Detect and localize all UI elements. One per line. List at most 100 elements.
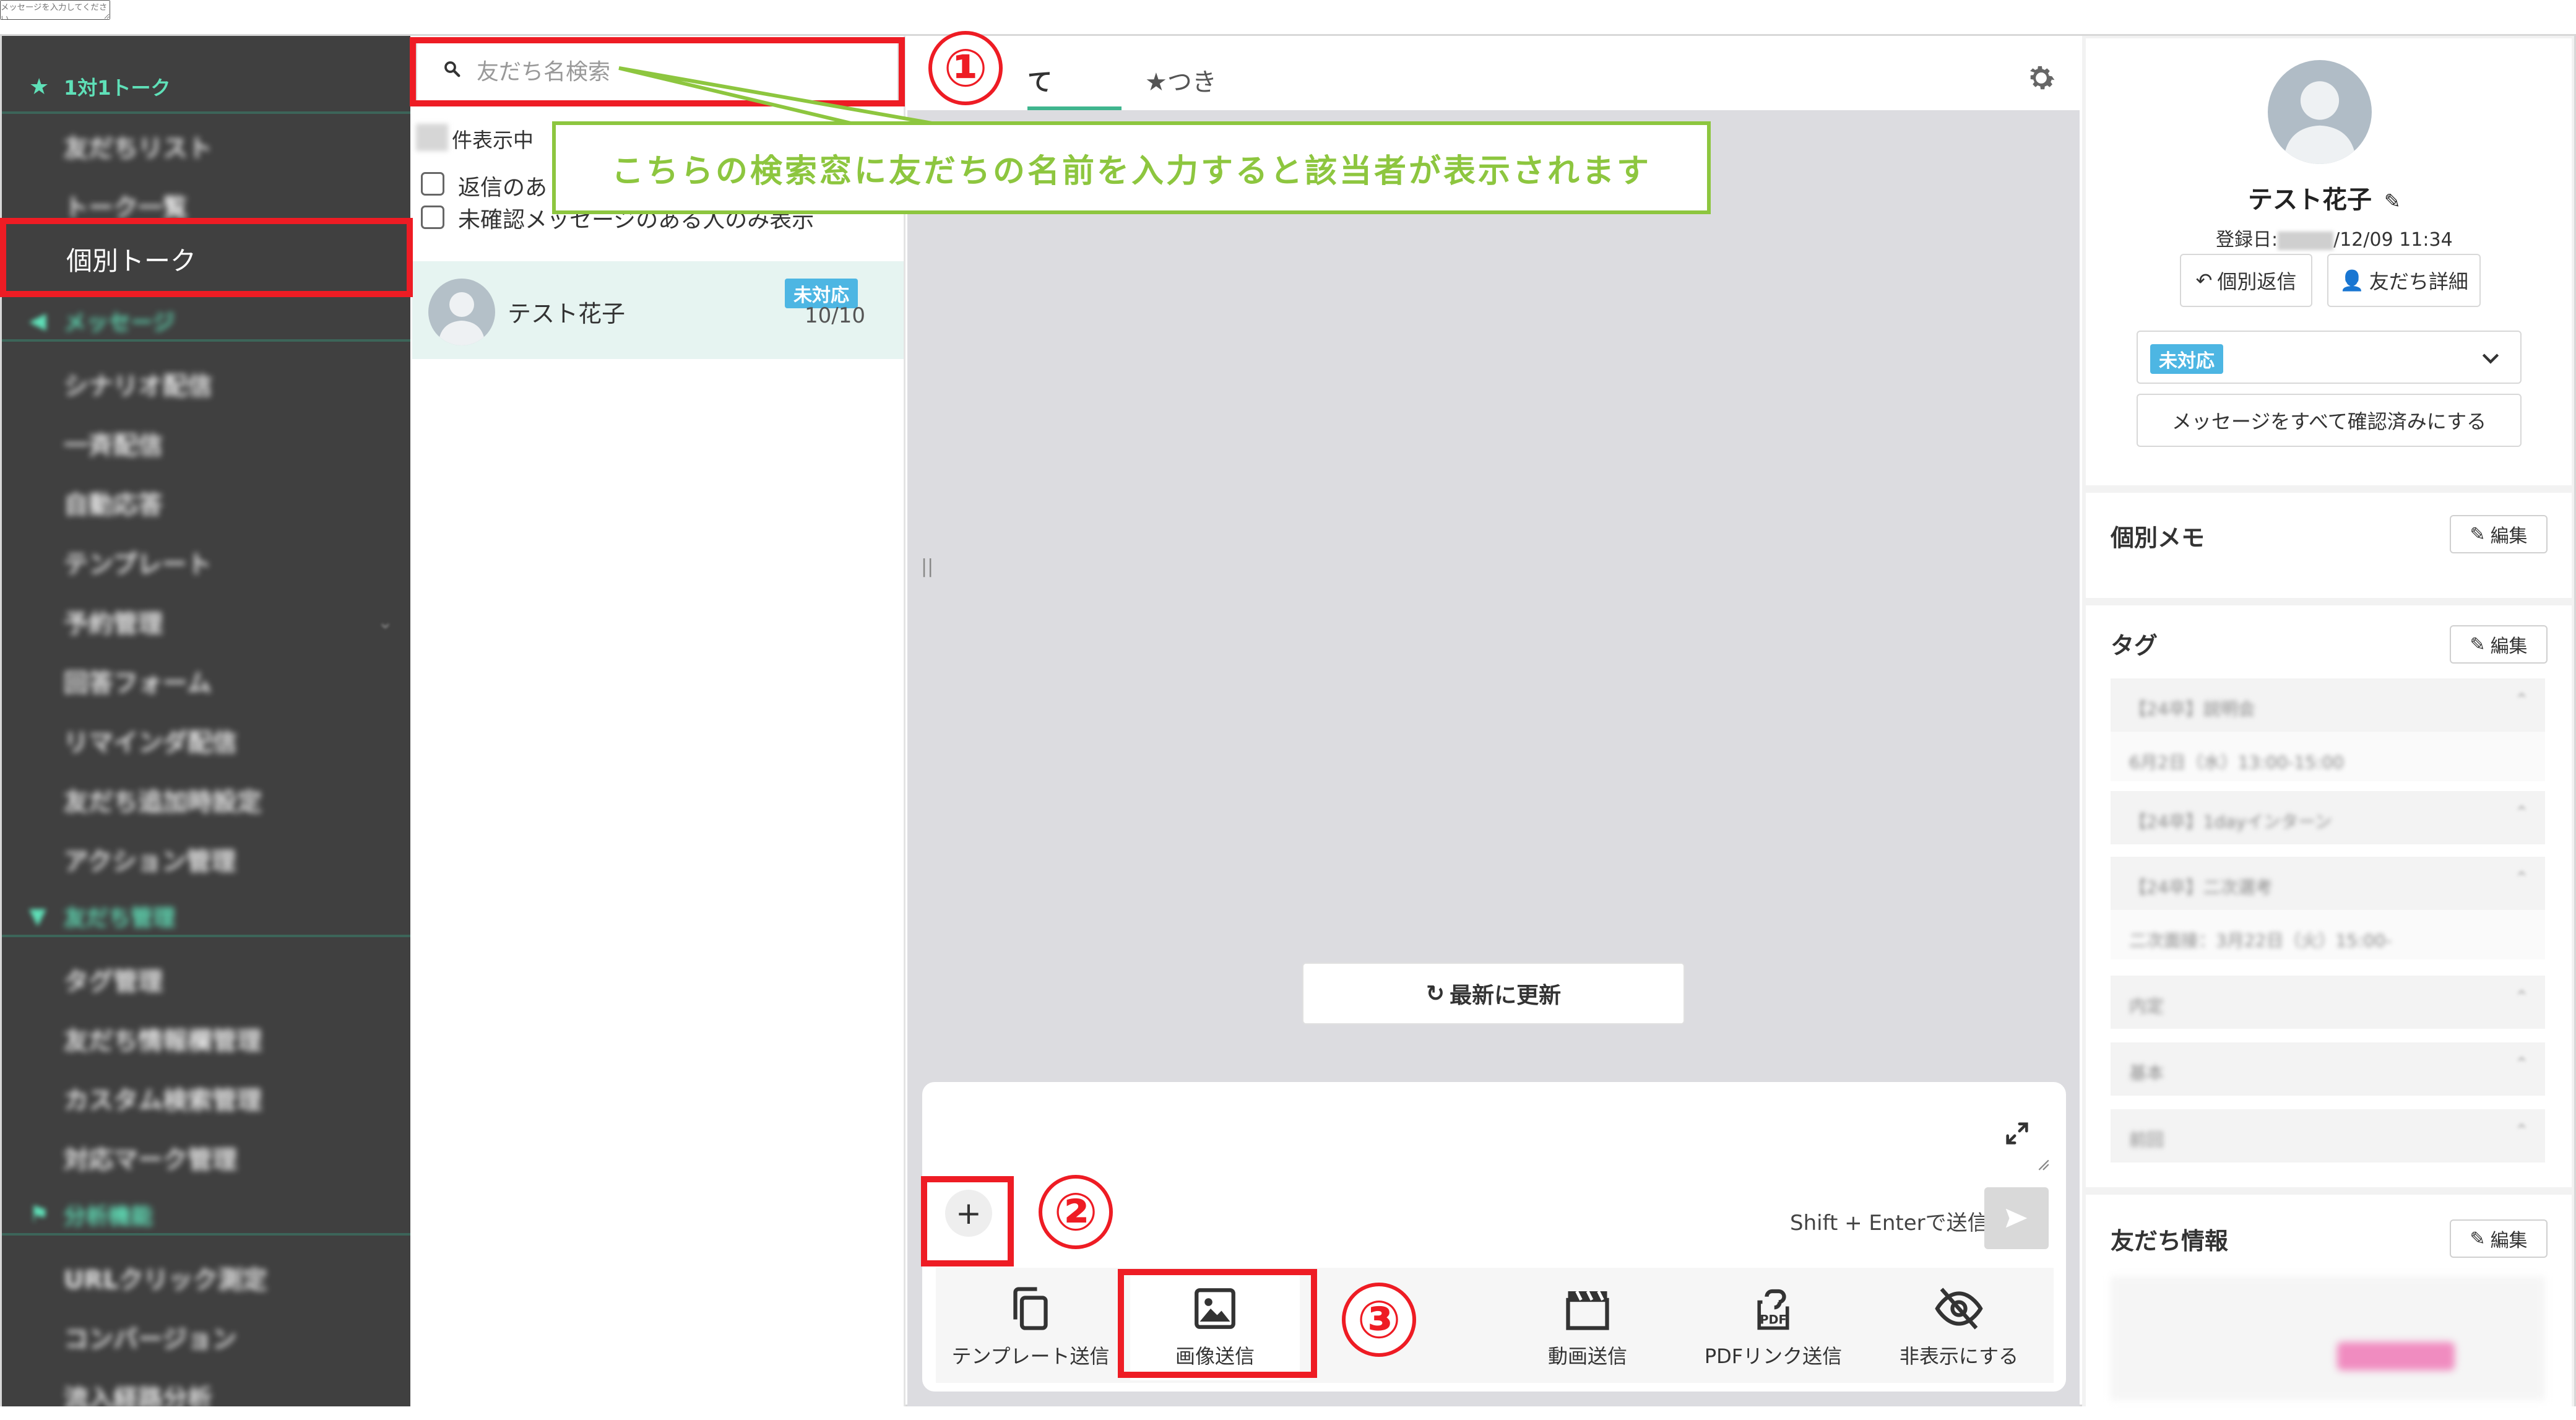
friend-name: テスト花子 bbox=[508, 300, 626, 327]
chevron-down-icon: ⌄ bbox=[377, 612, 393, 633]
sidebar-item-auto-reply[interactable]: 自動応答 bbox=[2, 477, 410, 529]
sidebar-item-reservation[interactable]: 予約管理 ⌄ bbox=[2, 595, 410, 647]
sidebar-item-info-manage[interactable]: 友だち情報欄管理 bbox=[2, 1013, 410, 1065]
sidebar-item-action[interactable]: アクション管理 bbox=[2, 833, 410, 885]
annotation-plus-highlight bbox=[921, 1176, 1014, 1266]
chevron-icon: ⌃ bbox=[2514, 868, 2529, 888]
expand-icon[interactable] bbox=[2003, 1119, 2031, 1148]
sidebar-section-label: 分析機能 bbox=[64, 1204, 153, 1229]
copy-icon bbox=[1013, 1287, 1048, 1330]
sidebar-section-1on1[interactable]: ★ 1対1トーク bbox=[2, 61, 410, 113]
registration-prefix: 登録日: bbox=[2216, 229, 2278, 251]
sidebar-item-broadcast[interactable]: 一斉配信 bbox=[2, 417, 410, 469]
profile-avatar bbox=[2268, 60, 2372, 164]
sidebar-item-label: カスタム検索管理 bbox=[64, 1086, 262, 1115]
gear-icon[interactable] bbox=[2024, 61, 2059, 95]
button-label: メッセージをすべて確認済みにする bbox=[2171, 410, 2487, 433]
template-send-button[interactable]: テンプレート送信 bbox=[947, 1283, 1114, 1375]
filter-unread-checkbox[interactable] bbox=[421, 206, 444, 229]
registration-value: /12/09 11:34 bbox=[2333, 229, 2453, 251]
status-select-value: 未対応 bbox=[2150, 344, 2223, 374]
tab-all[interactable]: て bbox=[1027, 62, 1052, 98]
sidebar-item-label: 対応マーク管理 bbox=[64, 1146, 237, 1174]
pdf-link-icon: PDF bbox=[1757, 1289, 1789, 1330]
tag-label: 前回 bbox=[2129, 1130, 2164, 1150]
filter-replied-checkbox[interactable] bbox=[421, 172, 444, 196]
sidebar-item-url-click[interactable]: URLクリック測定 bbox=[2, 1252, 410, 1304]
filter-replied-label: 返信のあ bbox=[458, 175, 548, 201]
sidebar-item-label: タグ管理 bbox=[64, 968, 163, 996]
sidebar-divider bbox=[2, 339, 410, 342]
year-redacted bbox=[2278, 231, 2334, 250]
result-count-label: 件表示中 bbox=[452, 128, 534, 152]
chevron-icon: ⌃ bbox=[2514, 802, 2529, 823]
tag-item[interactable]: 基本 ⌃ bbox=[2111, 1042, 2545, 1096]
memo-edit-button[interactable]: ✎ 編集 bbox=[2450, 515, 2548, 553]
resize-grip-icon[interactable] bbox=[2036, 1158, 2050, 1171]
tag-item[interactable]: 内定 ⌃ bbox=[2111, 976, 2545, 1029]
tab-starred[interactable]: ★つき bbox=[1145, 62, 1217, 98]
send-button[interactable] bbox=[1984, 1187, 2049, 1249]
chevron-icon: ⌃ bbox=[2514, 1054, 2529, 1074]
sidebar-item-label: 友だちリスト bbox=[64, 134, 212, 163]
tag-label: 二次面接：3月22日（火）15:00- bbox=[2129, 930, 2392, 951]
annotation-sidebar-highlight bbox=[0, 218, 413, 297]
annotation-image-highlight bbox=[1118, 1269, 1317, 1378]
pdf-link-send-button[interactable]: PDF PDFリンク送信 bbox=[1690, 1283, 1857, 1375]
sidebar-item-scenario[interactable]: シナリオ配信 bbox=[2, 358, 410, 410]
sidebar-item-add-settings[interactable]: 友だち追加時設定 bbox=[2, 774, 410, 826]
sidebar-item-reminder[interactable]: リマインダ配信 bbox=[2, 714, 410, 766]
sidebar-item-inflow[interactable]: 流入経路分析 bbox=[2, 1370, 410, 1406]
profile-name: テスト花子 bbox=[2248, 186, 2372, 214]
tag-label: 【24卒】1dayインターン bbox=[2129, 812, 2332, 832]
friend-list-panel bbox=[410, 36, 905, 1406]
sidebar-item-label: 友だち追加時設定 bbox=[64, 788, 262, 816]
tool-label: テンプレート送信 bbox=[951, 1344, 1110, 1368]
friend-info-tag-blurred bbox=[2337, 1342, 2455, 1370]
tag-item[interactable]: 前回 ⌃ bbox=[2111, 1109, 2545, 1162]
tag-item[interactable]: 【24卒】1dayインターン ⌃ bbox=[2111, 791, 2545, 844]
hide-button[interactable]: 非表示にする bbox=[1875, 1283, 2042, 1375]
sidebar-item-label: テンプレート bbox=[64, 550, 212, 579]
refresh-button[interactable]: ↻ 最新に更新 bbox=[1302, 963, 1685, 1024]
mark-all-read-button[interactable]: メッセージをすべて確認済みにする bbox=[2137, 394, 2522, 447]
sidebar-item-label: 流入経路分析 bbox=[64, 1385, 212, 1406]
sidebar-item-template[interactable]: テンプレート bbox=[2, 536, 410, 588]
tag-item[interactable]: 【24卒】説明会 ⌃ bbox=[2111, 678, 2545, 732]
sidebar-section-label: メッセージ bbox=[64, 310, 175, 336]
annotation-number-3: ③ bbox=[1342, 1283, 1416, 1357]
tag-item[interactable]: 【24卒】二次選考 ⌃ bbox=[2111, 857, 2545, 910]
pencil-icon[interactable]: ✎ bbox=[2384, 189, 2401, 213]
tag-edit-button[interactable]: ✎ 編集 bbox=[2450, 625, 2548, 664]
sidebar-item-conversion[interactable]: コンバージョン bbox=[2, 1311, 410, 1363]
friend-date: 10/10 bbox=[805, 303, 865, 328]
friend-info-title: 友だち情報 bbox=[2111, 1227, 2229, 1255]
user-silhouette-icon bbox=[2283, 81, 2357, 164]
tag-label: 【24卒】二次選考 bbox=[2129, 877, 2273, 898]
button-label: 個別返信 bbox=[2217, 270, 2297, 293]
sidebar-item-friend-list[interactable]: 友だちリスト bbox=[2, 120, 410, 172]
sidebar-item-tag-manage[interactable]: タグ管理 bbox=[2, 953, 410, 1005]
callout-text: こちらの検索窓に友だちの名前を入力すると該当者が表示されます bbox=[611, 152, 1651, 190]
friend-detail-button[interactable]: 👤 友だち詳細 bbox=[2327, 254, 2481, 307]
callout-pointer bbox=[618, 66, 954, 129]
video-send-button[interactable]: 動画送信 bbox=[1504, 1283, 1671, 1375]
tag-title: タグ bbox=[2111, 632, 2158, 659]
sidebar-item-custom-search[interactable]: カスタム検索管理 bbox=[2, 1072, 410, 1124]
sidebar-section-label: 1対1トーク bbox=[64, 76, 171, 100]
sidebar-divider bbox=[2, 935, 410, 937]
sidebar-divider bbox=[2, 1233, 410, 1236]
sidebar-item-mark-manage[interactable]: 対応マーク管理 bbox=[2, 1132, 410, 1184]
tag-label: 基本 bbox=[2129, 1063, 2164, 1083]
message-input[interactable] bbox=[0, 0, 110, 20]
memo-title: 個別メモ bbox=[2111, 524, 2205, 552]
resize-handle[interactable]: || bbox=[921, 556, 933, 578]
sidebar-item-label: シナリオ配信 bbox=[64, 372, 212, 400]
annotation-callout: こちらの検索窓に友だちの名前を入力すると該当者が表示されます bbox=[552, 121, 1711, 214]
individual-reply-button[interactable]: ↶ 個別返信 bbox=[2180, 254, 2312, 307]
count-number-redacted bbox=[416, 124, 448, 151]
button-label: 編集 bbox=[2490, 526, 2528, 547]
friend-info-edit-button[interactable]: ✎ 編集 bbox=[2450, 1219, 2548, 1258]
sidebar-item-form[interactable]: 回答フォーム bbox=[2, 655, 410, 707]
button-label: 友だち詳細 bbox=[2369, 270, 2468, 293]
